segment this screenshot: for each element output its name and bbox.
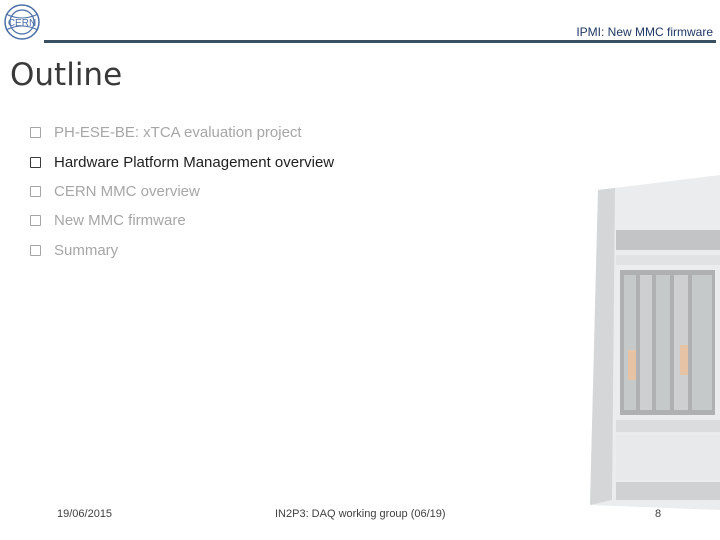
header-title: IPMI: New MMC firmware [576,25,713,39]
page-number: 8 [655,508,662,520]
slide: CERN IPMI: New MMC firmware Outline PH-E… [0,0,720,540]
checkbox-bullet-icon [30,244,41,256]
checkbox-bullet-icon [30,185,41,197]
outline-item-new-mmc: New MMC firmware [30,206,334,235]
outline-item-label: Summary [54,241,119,259]
outline-item-label: PH-ESE-BE: xTCA evaluation project [54,124,302,142]
outline-item-cern-mmc: CERN MMC overview [30,177,334,206]
cern-logo-icon: CERN [4,4,40,40]
footer-date: 19/06/2015 [57,508,113,520]
outline-item-label: New MMC firmware [54,212,186,230]
checkbox-bullet-icon [30,127,41,139]
outline-item-label: CERN MMC overview [54,182,200,200]
outline-item-xtca-project: PH-ESE-BE: xTCA evaluation project [30,118,334,147]
xtca-crate-image [590,175,720,510]
page-title: Outline [10,57,123,93]
header-divider [44,40,716,43]
checkbox-bullet-icon [30,156,41,168]
outline-item-label: Hardware Platform Management overview [54,153,335,171]
svg-text:CERN: CERN [8,18,36,29]
outline-item-summary: Summary [30,236,334,265]
outline-item-hpm-overview: Hardware Platform Management overview [30,147,334,176]
footer-event: IN2P3: DAQ working group (06/19) [275,508,446,520]
checkbox-bullet-icon [30,215,41,227]
outline-list: PH-ESE-BE: xTCA evaluation project Hardw… [30,118,334,265]
